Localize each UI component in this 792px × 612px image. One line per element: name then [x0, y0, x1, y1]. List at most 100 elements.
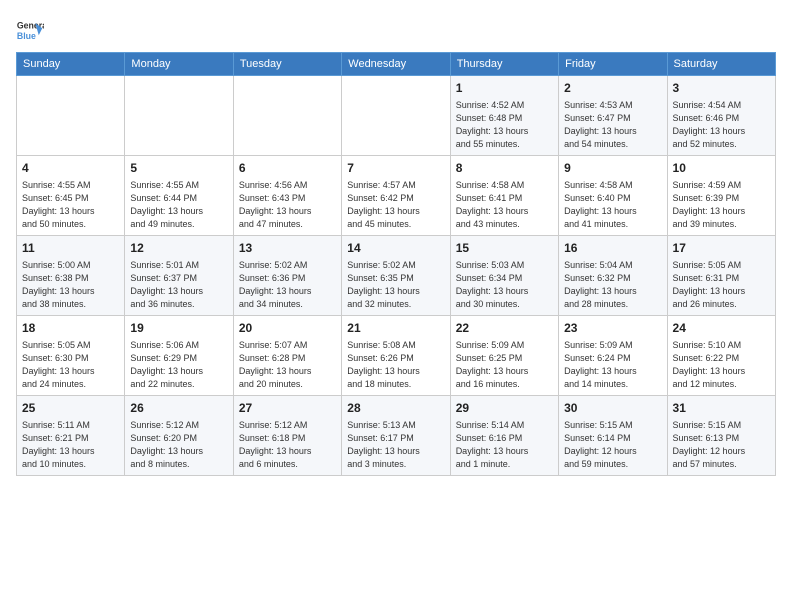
- day-cell: 4 Sunrise: 4:55 AM Sunset: 6:45 PM Daylig…: [17, 155, 125, 235]
- logo: General Blue: [16, 16, 44, 44]
- day-number: 1: [456, 80, 553, 97]
- day-cell: 16 Sunrise: 5:04 AM Sunset: 6:32 PM Dayli…: [559, 235, 667, 315]
- day-number: 15: [456, 240, 553, 257]
- day-number: 3: [673, 80, 770, 97]
- day-info: Sunrise: 5:15 AM Sunset: 6:14 PM Dayligh…: [564, 419, 661, 471]
- day-info: Sunrise: 5:09 AM Sunset: 6:24 PM Dayligh…: [564, 339, 661, 391]
- day-cell: 22 Sunrise: 5:09 AM Sunset: 6:25 PM Dayli…: [450, 315, 558, 395]
- day-number: 21: [347, 320, 444, 337]
- day-number: 4: [22, 160, 119, 177]
- day-number: 7: [347, 160, 444, 177]
- calendar-table: SundayMondayTuesdayWednesdayThursdayFrid…: [16, 52, 776, 476]
- day-cell: 9Sunrise: 4:58 AM Sunset: 6:40 PM Daylig…: [559, 155, 667, 235]
- col-header-sunday: Sunday: [17, 53, 125, 76]
- day-info: Sunrise: 5:01 AM Sunset: 6:37 PM Dayligh…: [130, 259, 227, 311]
- day-cell: 1 Sunrise: 4:52 AM Sunset: 6:48 PM Daylig…: [450, 76, 558, 156]
- day-info: Sunrise: 4:55 AM Sunset: 6:45 PM Dayligh…: [22, 179, 119, 231]
- day-cell: 6 Sunrise: 4:56 AM Sunset: 6:43 PM Daylig…: [233, 155, 341, 235]
- day-number: 11: [22, 240, 119, 257]
- day-info: Sunrise: 5:04 AM Sunset: 6:32 PM Dayligh…: [564, 259, 661, 311]
- day-cell: 26 Sunrise: 5:12 AM Sunset: 6:20 PM Dayli…: [125, 395, 233, 475]
- week-row-3: 11 Sunrise: 5:00 AM Sunset: 6:38 PM Dayli…: [17, 235, 776, 315]
- day-number: 30: [564, 400, 661, 417]
- day-info: Sunrise: 5:05 AM Sunset: 6:30 PM Dayligh…: [22, 339, 119, 391]
- day-info: Sunrise: 5:02 AM Sunset: 6:35 PM Dayligh…: [347, 259, 444, 311]
- day-number: 31: [673, 400, 770, 417]
- day-info: Sunrise: 5:12 AM Sunset: 6:18 PM Dayligh…: [239, 419, 336, 471]
- day-number: 25: [22, 400, 119, 417]
- col-header-monday: Monday: [125, 53, 233, 76]
- day-number: 26: [130, 400, 227, 417]
- day-cell: 8 Sunrise: 4:58 AM Sunset: 6:41 PM Daylig…: [450, 155, 558, 235]
- day-info: Sunrise: 5:12 AM Sunset: 6:20 PM Dayligh…: [130, 419, 227, 471]
- day-info: Sunrise: 4:58 AM Sunset: 6:40 PM Dayligh…: [564, 179, 661, 231]
- logo-icon: General Blue: [16, 16, 44, 44]
- day-cell: [233, 76, 341, 156]
- day-info: Sunrise: 4:56 AM Sunset: 6:43 PM Dayligh…: [239, 179, 336, 231]
- day-cell: 31 Sunrise: 5:15 AM Sunset: 6:13 PM Dayli…: [667, 395, 775, 475]
- day-number: 6: [239, 160, 336, 177]
- day-info: Sunrise: 5:05 AM Sunset: 6:31 PM Dayligh…: [673, 259, 770, 311]
- week-row-5: 25 Sunrise: 5:11 AM Sunset: 6:21 PM Dayli…: [17, 395, 776, 475]
- week-row-4: 18Sunrise: 5:05 AM Sunset: 6:30 PM Dayli…: [17, 315, 776, 395]
- day-cell: 29Sunrise: 5:14 AM Sunset: 6:16 PM Dayli…: [450, 395, 558, 475]
- day-cell: 11 Sunrise: 5:00 AM Sunset: 6:38 PM Dayli…: [17, 235, 125, 315]
- day-info: Sunrise: 4:53 AM Sunset: 6:47 PM Dayligh…: [564, 99, 661, 151]
- day-number: 28: [347, 400, 444, 417]
- day-number: 16: [564, 240, 661, 257]
- day-cell: [342, 76, 450, 156]
- day-number: 5: [130, 160, 227, 177]
- day-cell: 18Sunrise: 5:05 AM Sunset: 6:30 PM Dayli…: [17, 315, 125, 395]
- day-number: 8: [456, 160, 553, 177]
- day-cell: 23 Sunrise: 5:09 AM Sunset: 6:24 PM Dayli…: [559, 315, 667, 395]
- day-cell: 20 Sunrise: 5:07 AM Sunset: 6:28 PM Dayli…: [233, 315, 341, 395]
- day-number: 17: [673, 240, 770, 257]
- day-number: 2: [564, 80, 661, 97]
- day-cell: 24Sunrise: 5:10 AM Sunset: 6:22 PM Dayli…: [667, 315, 775, 395]
- day-number: 14: [347, 240, 444, 257]
- day-number: 20: [239, 320, 336, 337]
- day-cell: 21 Sunrise: 5:08 AM Sunset: 6:26 PM Dayli…: [342, 315, 450, 395]
- day-info: Sunrise: 4:57 AM Sunset: 6:42 PM Dayligh…: [347, 179, 444, 231]
- col-header-friday: Friday: [559, 53, 667, 76]
- day-cell: 27Sunrise: 5:12 AM Sunset: 6:18 PM Dayli…: [233, 395, 341, 475]
- day-info: Sunrise: 5:08 AM Sunset: 6:26 PM Dayligh…: [347, 339, 444, 391]
- day-info: Sunrise: 5:09 AM Sunset: 6:25 PM Dayligh…: [456, 339, 553, 391]
- header-row: SundayMondayTuesdayWednesdayThursdayFrid…: [17, 53, 776, 76]
- day-cell: 14 Sunrise: 5:02 AM Sunset: 6:35 PM Dayli…: [342, 235, 450, 315]
- day-info: Sunrise: 4:55 AM Sunset: 6:44 PM Dayligh…: [130, 179, 227, 231]
- day-info: Sunrise: 5:06 AM Sunset: 6:29 PM Dayligh…: [130, 339, 227, 391]
- col-header-saturday: Saturday: [667, 53, 775, 76]
- day-info: Sunrise: 5:11 AM Sunset: 6:21 PM Dayligh…: [22, 419, 119, 471]
- day-number: 22: [456, 320, 553, 337]
- day-number: 12: [130, 240, 227, 257]
- day-number: 10: [673, 160, 770, 177]
- day-info: Sunrise: 5:07 AM Sunset: 6:28 PM Dayligh…: [239, 339, 336, 391]
- col-header-tuesday: Tuesday: [233, 53, 341, 76]
- day-cell: 28 Sunrise: 5:13 AM Sunset: 6:17 PM Dayli…: [342, 395, 450, 475]
- col-header-thursday: Thursday: [450, 53, 558, 76]
- day-cell: 12 Sunrise: 5:01 AM Sunset: 6:37 PM Dayli…: [125, 235, 233, 315]
- day-info: Sunrise: 5:15 AM Sunset: 6:13 PM Dayligh…: [673, 419, 770, 471]
- day-cell: 17 Sunrise: 5:05 AM Sunset: 6:31 PM Dayli…: [667, 235, 775, 315]
- week-row-1: 1 Sunrise: 4:52 AM Sunset: 6:48 PM Daylig…: [17, 76, 776, 156]
- day-cell: 7 Sunrise: 4:57 AM Sunset: 6:42 PM Daylig…: [342, 155, 450, 235]
- day-info: Sunrise: 5:13 AM Sunset: 6:17 PM Dayligh…: [347, 419, 444, 471]
- day-number: 23: [564, 320, 661, 337]
- day-number: 13: [239, 240, 336, 257]
- page-header: General Blue: [16, 16, 776, 44]
- day-cell: 3 Sunrise: 4:54 AM Sunset: 6:46 PM Daylig…: [667, 76, 775, 156]
- day-cell: 13Sunrise: 5:02 AM Sunset: 6:36 PM Dayli…: [233, 235, 341, 315]
- day-cell: [17, 76, 125, 156]
- day-info: Sunrise: 5:00 AM Sunset: 6:38 PM Dayligh…: [22, 259, 119, 311]
- day-cell: 15Sunrise: 5:03 AM Sunset: 6:34 PM Dayli…: [450, 235, 558, 315]
- day-cell: 5 Sunrise: 4:55 AM Sunset: 6:44 PM Daylig…: [125, 155, 233, 235]
- col-header-wednesday: Wednesday: [342, 53, 450, 76]
- day-cell: 25 Sunrise: 5:11 AM Sunset: 6:21 PM Dayli…: [17, 395, 125, 475]
- day-cell: [125, 76, 233, 156]
- day-cell: 10Sunrise: 4:59 AM Sunset: 6:39 PM Dayli…: [667, 155, 775, 235]
- day-info: Sunrise: 4:52 AM Sunset: 6:48 PM Dayligh…: [456, 99, 553, 151]
- day-info: Sunrise: 4:58 AM Sunset: 6:41 PM Dayligh…: [456, 179, 553, 231]
- day-info: Sunrise: 4:54 AM Sunset: 6:46 PM Dayligh…: [673, 99, 770, 151]
- day-cell: 2 Sunrise: 4:53 AM Sunset: 6:47 PM Daylig…: [559, 76, 667, 156]
